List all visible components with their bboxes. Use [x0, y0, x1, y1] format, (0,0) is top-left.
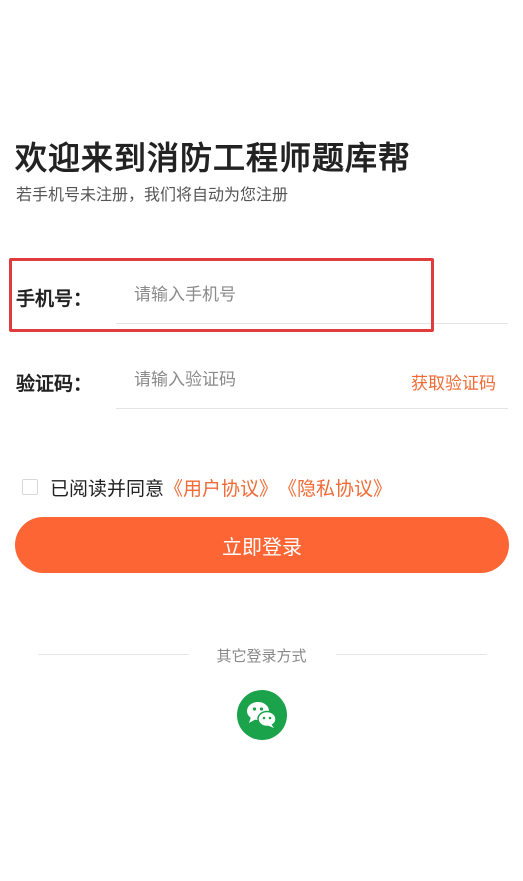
phone-highlight-box	[9, 258, 434, 332]
privacy-agreement-link[interactable]: 《隐私协议》	[278, 474, 392, 501]
code-input[interactable]	[134, 365, 384, 395]
agreement-row: 已阅读并同意 《用户协议》 《隐私协议》	[22, 474, 392, 500]
other-login-divider: 其它登录方式	[0, 643, 523, 667]
agreement-checkbox[interactable]	[22, 479, 38, 495]
login-page: 欢迎来到消防工程师题库帮 若手机号未注册，我们将自动为您注册 手机号： 验证码：…	[0, 0, 523, 881]
wechat-login-button[interactable]	[237, 690, 287, 740]
code-underline	[116, 408, 508, 409]
agreement-prefix: 已阅读并同意	[50, 477, 165, 500]
page-title: 欢迎来到消防工程师题库帮	[15, 139, 412, 177]
login-button[interactable]: 立即登录	[15, 517, 509, 573]
divider-line-right	[336, 654, 487, 655]
other-login-label: 其它登录方式	[216, 647, 307, 665]
page-subtitle: 若手机号未注册，我们将自动为您注册	[16, 185, 289, 204]
wechat-icon	[247, 702, 277, 728]
code-label: 验证码：	[16, 373, 93, 395]
get-code-button[interactable]: 获取验证码	[411, 369, 496, 394]
user-agreement-link[interactable]: 《用户协议》	[164, 474, 278, 501]
